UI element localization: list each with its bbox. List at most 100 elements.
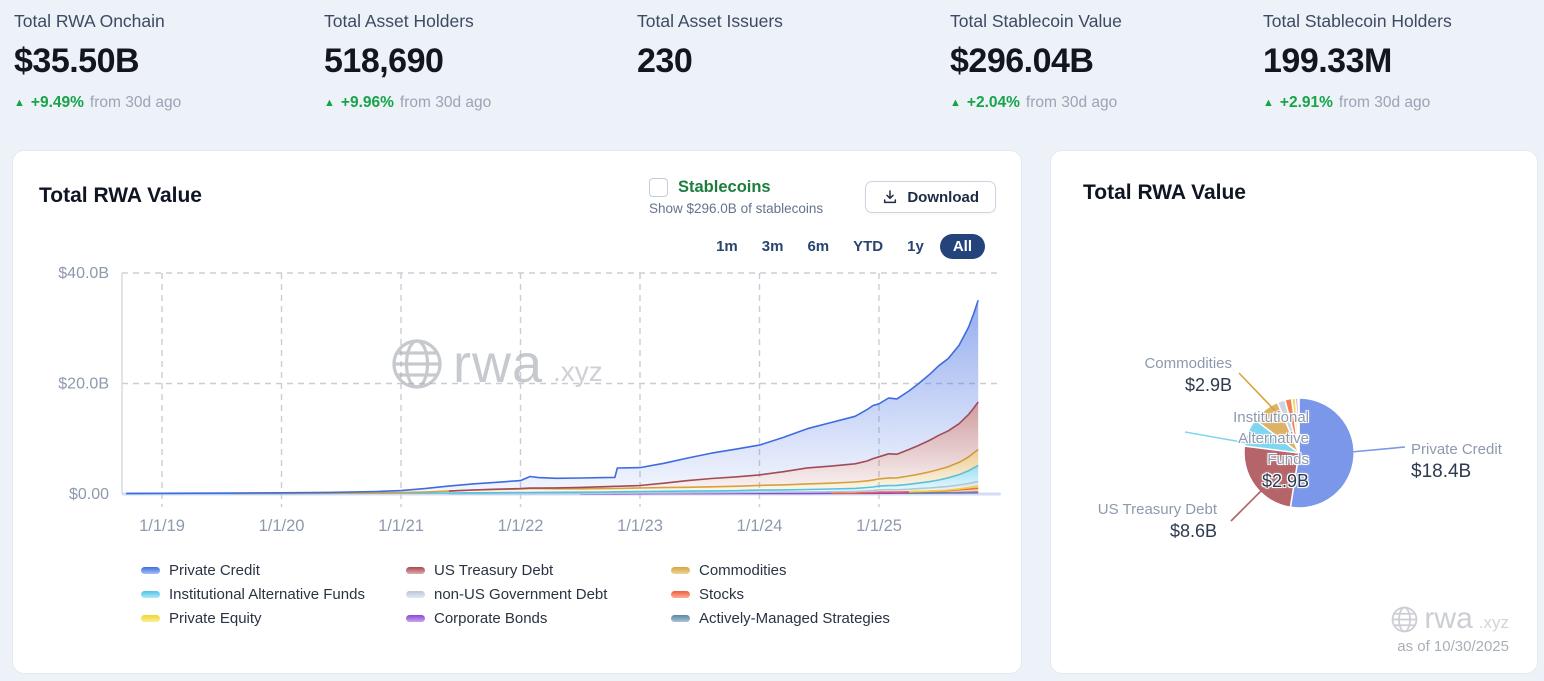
up-triangle-icon: ▲ <box>324 97 335 109</box>
stat-total-asset-holders: Total Asset Holders 518,690 ▲ +9.96% fro… <box>324 10 637 112</box>
delta-suffix: from 30d ago <box>1026 94 1117 112</box>
pie-slice-actively-managed-strategies[interactable] <box>1298 398 1299 453</box>
y-axis-tick: $40.0B <box>58 265 109 282</box>
page-title: Total RWA Value <box>39 184 202 208</box>
legend-item-corporate-bonds[interactable]: Corporate Bonds <box>406 611 671 626</box>
stat-label: Total Asset Holders <box>324 10 637 32</box>
pie-slice-private-credit[interactable] <box>1290 398 1354 508</box>
delta-suffix: from 30d ago <box>1339 94 1430 112</box>
stacked-area-chart[interactable]: $40.0B $20.0B $0.00 1/1/19 1/1/20 1/1/21 1/1/2… <box>13 263 1023 563</box>
stat-label: Total RWA Onchain <box>14 10 324 32</box>
legend-label: Private Credit <box>169 563 260 578</box>
legend-item-private-credit[interactable]: Private Credit <box>141 563 406 578</box>
chart-legend: Private Credit US Treasury Debt Commoditie… <box>141 563 890 626</box>
range-button-3m[interactable]: 3m <box>754 234 792 259</box>
up-triangle-icon: ▲ <box>950 97 961 109</box>
stat-label: Total Stablecoin Value <box>950 10 1263 32</box>
stat-label: Total Stablecoin Holders <box>1263 10 1544 32</box>
range-button-all[interactable]: All <box>940 234 985 259</box>
up-triangle-icon: ▲ <box>1263 97 1274 109</box>
stablecoins-toggle-group: Stablecoins Show $296.0B of stablecoins <box>649 178 823 216</box>
stat-label: Total Asset Issuers <box>637 10 950 32</box>
download-label: Download <box>907 189 979 206</box>
total-rwa-value-chart-card: Total RWA Value Stablecoins Show $296.0B… <box>12 150 1022 674</box>
legend-label: Commodities <box>699 563 787 578</box>
legend-item-non-us-government-debt[interactable]: non-US Government Debt <box>406 587 671 602</box>
pie-leader-line <box>1231 481 1271 521</box>
watermark-suffix: .xyz <box>1479 613 1509 636</box>
stats-row: Total RWA Onchain $35.50B ▲ +9.49% from … <box>0 0 1544 112</box>
delta-percent: +9.96% <box>341 94 394 112</box>
pie-card-title: Total RWA Value <box>1083 181 1246 205</box>
delta-percent: +2.91% <box>1280 94 1333 112</box>
up-triangle-icon: ▲ <box>14 97 25 109</box>
delta-percent: +9.49% <box>31 94 84 112</box>
stablecoins-checkbox[interactable] <box>649 178 668 197</box>
x-axis-tick: 1/1/21 <box>378 517 424 535</box>
download-icon <box>882 189 898 205</box>
stat-delta: ▲ +9.96% from 30d ago <box>324 94 637 112</box>
legend-swatch <box>406 615 425 622</box>
stat-delta: ▲ +2.04% from 30d ago <box>950 94 1263 112</box>
legend-item-institutional-alternative-funds[interactable]: Institutional Alternative Funds <box>141 587 406 602</box>
x-axis-tick: 1/1/20 <box>259 517 305 535</box>
stat-value: 230 <box>637 41 950 81</box>
legend-label: Private Equity <box>169 611 262 626</box>
legend-swatch <box>406 591 425 598</box>
range-button-1y[interactable]: 1y <box>899 234 932 259</box>
stablecoins-sublabel: Show $296.0B of stablecoins <box>649 201 823 216</box>
legend-item-stocks[interactable]: Stocks <box>671 587 890 602</box>
x-axis-tick: 1/1/19 <box>139 517 185 535</box>
pie-leader-line <box>1185 432 1247 443</box>
x-axis-tick: 1/1/23 <box>617 517 663 535</box>
legend-label: non-US Government Debt <box>434 587 607 602</box>
stat-total-stablecoin-value: Total Stablecoin Value $296.04B ▲ +2.04%… <box>950 10 1263 112</box>
legend-label: Institutional Alternative Funds <box>169 587 365 602</box>
legend-label: US Treasury Debt <box>434 563 553 578</box>
stat-value: 199.33M <box>1263 41 1544 81</box>
stat-value: $296.04B <box>950 41 1263 81</box>
rwa-composition-pie-chart[interactable] <box>1051 301 1539 631</box>
range-button-ytd[interactable]: YTD <box>845 234 891 259</box>
legend-label: Stocks <box>699 587 744 602</box>
stat-total-rwa-onchain: Total RWA Onchain $35.50B ▲ +9.49% from … <box>14 10 324 112</box>
legend-item-commodities[interactable]: Commodities <box>671 563 890 578</box>
x-axis-tick: 1/1/24 <box>737 517 783 535</box>
legend-item-actively-managed-strategies[interactable]: Actively-Managed Strategies <box>671 611 890 626</box>
stat-total-stablecoin-holders: Total Stablecoin Holders 199.33M ▲ +2.91… <box>1263 10 1544 112</box>
pie-slice-us-treasury-debt[interactable] <box>1244 446 1299 507</box>
stat-delta: ▲ +9.49% from 30d ago <box>14 94 324 112</box>
as-of-date: as of 10/30/2025 <box>1391 638 1509 655</box>
side-watermark: rwa .xyz as of 10/30/2025 <box>1391 602 1509 655</box>
delta-percent: +2.04% <box>967 94 1020 112</box>
delta-suffix: from 30d ago <box>90 94 181 112</box>
download-button[interactable]: Download <box>865 181 996 213</box>
legend-swatch <box>671 567 690 574</box>
pie-leader-line <box>1351 447 1405 452</box>
legend-swatch <box>141 567 160 574</box>
total-rwa-value-pie-card: Total RWA Value Commodities $2.9B Instit… <box>1050 150 1538 674</box>
legend-swatch <box>406 567 425 574</box>
legend-swatch <box>141 615 160 622</box>
x-axis-tick: 1/1/25 <box>856 517 902 535</box>
range-button-1m[interactable]: 1m <box>708 234 746 259</box>
time-range-selector: 1m 3m 6m YTD 1y All <box>708 234 985 259</box>
globe-icon <box>1391 606 1418 633</box>
legend-item-private-equity[interactable]: Private Equity <box>141 611 406 626</box>
x-axis-tick: 1/1/22 <box>498 517 544 535</box>
delta-suffix: from 30d ago <box>400 94 491 112</box>
legend-item-us-treasury-debt[interactable]: US Treasury Debt <box>406 563 671 578</box>
watermark-brand: rwa <box>1424 602 1472 636</box>
y-axis-tick: $0.00 <box>69 486 109 503</box>
stablecoins-label[interactable]: Stablecoins <box>678 178 771 197</box>
stat-value: 518,690 <box>324 41 637 81</box>
range-button-6m[interactable]: 6m <box>799 234 837 259</box>
legend-swatch <box>671 591 690 598</box>
y-axis-tick: $20.0B <box>58 376 109 393</box>
stat-value: $35.50B <box>14 41 324 81</box>
stat-delta: ▲ +2.91% from 30d ago <box>1263 94 1544 112</box>
legend-label: Actively-Managed Strategies <box>699 611 890 626</box>
stat-total-asset-issuers: Total Asset Issuers 230 <box>637 10 950 112</box>
pie-leader-line <box>1239 373 1283 419</box>
legend-swatch <box>141 591 160 598</box>
